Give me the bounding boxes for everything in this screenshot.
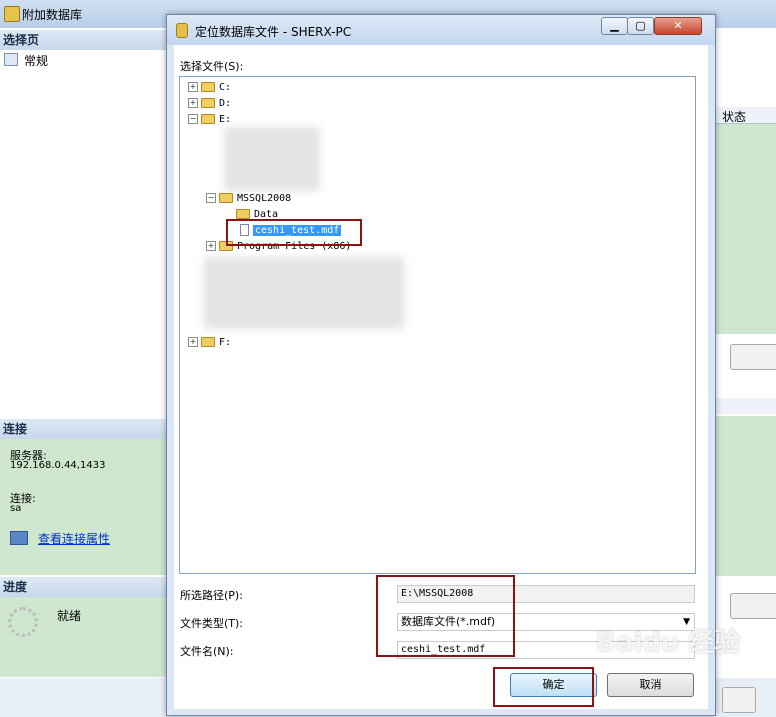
- collapse-icon[interactable]: −: [188, 114, 198, 124]
- background-bottom-button[interactable]: [722, 687, 756, 713]
- folder-icon: [201, 98, 215, 108]
- folder-icon: [236, 209, 250, 219]
- connection-panel: 服务器: 192.168.0.44,1433 连接: sa 查看连接属性: [0, 439, 166, 575]
- progress-panel: 就绪: [0, 597, 166, 677]
- tree-node-label: D:: [219, 98, 232, 109]
- tree-node-label: E:: [219, 114, 232, 125]
- details-grid-area: [716, 416, 776, 576]
- spinner-icon: [8, 607, 38, 637]
- page-icon: [4, 53, 18, 66]
- select-file-label: 选择文件(S):: [180, 60, 244, 73]
- file-name-label: 文件名(N):: [180, 645, 234, 658]
- folder-icon: [201, 82, 215, 92]
- folder-open-icon: [201, 114, 215, 124]
- maximize-button[interactable]: ▢: [627, 17, 654, 35]
- database-icon: [4, 6, 20, 22]
- collapse-icon[interactable]: −: [206, 193, 216, 203]
- expand-icon[interactable]: +: [188, 337, 198, 347]
- folder-open-icon: [219, 193, 233, 203]
- tree-node-label: MSSQL2008: [237, 193, 292, 204]
- file-type-label: 文件类型(T):: [180, 617, 244, 630]
- dialog-title: 定位数据库文件 - SHERX-PC: [195, 25, 352, 39]
- expand-icon[interactable]: +: [188, 82, 198, 92]
- minimize-button[interactable]: ▁: [601, 17, 628, 35]
- connection-properties-icon: [10, 531, 28, 545]
- highlight-box-file: [226, 219, 362, 246]
- tree-node-mssql2008[interactable]: − MSSQL2008: [206, 192, 291, 206]
- status-column-label: 状态: [722, 110, 747, 124]
- connection-header: 连接: [0, 419, 166, 439]
- tree-node-label: F:: [219, 337, 232, 348]
- background-button-1[interactable]: [730, 344, 776, 370]
- select-page-header: 选择页: [0, 30, 166, 50]
- blurred-region: [204, 257, 404, 329]
- expand-icon[interactable]: +: [206, 241, 216, 251]
- highlight-box-ok: [493, 667, 594, 707]
- view-connection-properties-link[interactable]: 查看连接属性: [38, 530, 110, 547]
- connection-value: sa: [10, 503, 22, 514]
- expand-icon[interactable]: +: [188, 98, 198, 108]
- background-right-panel: 状态: [716, 28, 776, 678]
- status-column-header[interactable]: 状态: [716, 107, 776, 124]
- server-value: 192.168.0.44,1433: [10, 460, 106, 471]
- background-button-2[interactable]: [730, 593, 776, 619]
- databases-grid-area: [716, 124, 776, 334]
- blurred-region: [224, 127, 320, 191]
- highlight-box-fields: [376, 575, 515, 657]
- close-button[interactable]: ✕: [654, 17, 702, 35]
- dialog-title-bar: 定位数据库文件 - SHERX-PC ▁ ▢ ✕: [167, 15, 715, 45]
- page-item-label: 常规: [24, 54, 49, 68]
- tree-node-e[interactable]: − E:: [188, 113, 231, 127]
- folder-icon: [201, 337, 215, 347]
- cancel-button[interactable]: 取消: [607, 673, 694, 697]
- tree-node-c[interactable]: + C:: [188, 81, 231, 95]
- selected-path-label: 所选路径(P):: [180, 589, 243, 602]
- details-header: [716, 398, 776, 414]
- database-icon: [176, 23, 188, 38]
- tree-node-label: C:: [219, 82, 232, 93]
- baidu-watermark: Baidu 经验: [596, 628, 741, 658]
- file-tree[interactable]: + C: + D: − E: − MSSQL2008 Data ceshi_test.m…: [179, 76, 696, 574]
- progress-header: 进度: [0, 577, 166, 597]
- progress-status: 就绪: [57, 609, 82, 623]
- background-window-title: 附加数据库: [22, 8, 83, 22]
- tree-node-f[interactable]: + F:: [188, 336, 231, 350]
- background-left-panel: 选择页 常规 连接 服务器: 192.168.0.44,1433 连接: sa …: [0, 28, 167, 678]
- tree-node-d[interactable]: + D:: [188, 97, 231, 111]
